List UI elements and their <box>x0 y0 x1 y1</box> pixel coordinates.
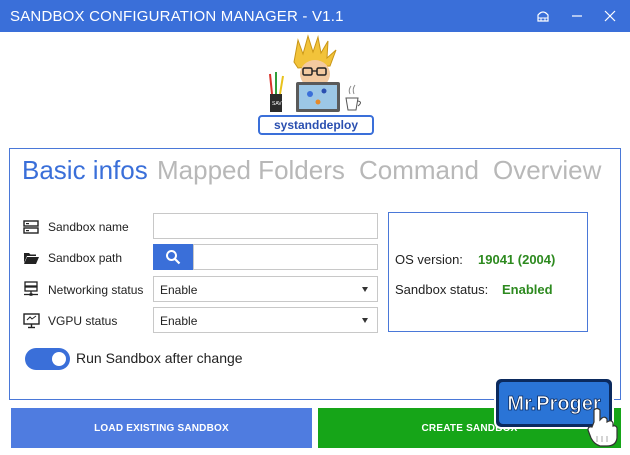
networking-status-label: Networking status <box>48 283 144 297</box>
os-version-value: 19041 (2004) <box>478 252 556 267</box>
tab-mapped-folders[interactable]: Mapped Folders <box>157 155 345 186</box>
close-icon[interactable] <box>600 6 620 26</box>
logo-text: systanddeploy <box>274 118 358 132</box>
sandbox-name-input[interactable] <box>153 213 378 239</box>
sandbox-path-input[interactable] <box>193 244 378 270</box>
chevron-down-icon <box>362 287 368 292</box>
tab-overview[interactable]: Overview <box>493 155 601 186</box>
hat-icon[interactable] <box>533 6 553 26</box>
title-bar: SANDBOX CONFIGURATION MANAGER - V1.1 <box>0 0 630 32</box>
vgpu-status-value: Enable <box>160 314 198 328</box>
networking-status-value: Enable <box>160 283 198 297</box>
tab-basic-infos[interactable]: Basic infos <box>22 155 148 186</box>
monitor-icon <box>22 312 40 330</box>
svg-text:SAV: SAV <box>272 101 282 107</box>
sandbox-name-label: Sandbox name <box>48 220 129 234</box>
vgpu-status-label: VGPU status <box>48 314 118 328</box>
minimize-icon[interactable] <box>567 6 587 26</box>
chevron-down-icon <box>362 318 368 323</box>
server-icon <box>22 218 40 236</box>
logo: SAV systanddeploy <box>258 34 374 136</box>
vgpu-status-select[interactable]: Enable <box>153 307 378 333</box>
network-icon <box>22 280 40 298</box>
watermark-badge: Mr.Proger <box>494 376 622 448</box>
folder-open-icon <box>22 249 40 267</box>
watermark-text: Mr.Proger <box>507 393 601 415</box>
search-icon <box>165 249 181 265</box>
load-existing-sandbox-button[interactable]: LOAD EXISTING SANDBOX <box>11 408 312 448</box>
run-sandbox-label: Run Sandbox after change <box>76 350 243 366</box>
window-title: SANDBOX CONFIGURATION MANAGER - V1.1 <box>10 8 344 25</box>
toggle-knob <box>52 352 66 366</box>
sandbox-status-value: Enabled <box>502 282 553 297</box>
networking-status-select[interactable]: Enable <box>153 276 378 302</box>
run-sandbox-toggle[interactable] <box>25 348 70 370</box>
sandbox-path-label: Sandbox path <box>48 251 123 265</box>
os-version-label: OS version: <box>395 252 463 267</box>
main-panel: Basic infos Mapped Folders Command Overv… <box>9 148 621 400</box>
browse-button[interactable] <box>153 244 193 270</box>
info-box: OS version: 19041 (2004) Sandbox status:… <box>388 212 588 332</box>
sandbox-status-label: Sandbox status: <box>395 282 489 297</box>
tab-command[interactable]: Command <box>359 155 479 186</box>
